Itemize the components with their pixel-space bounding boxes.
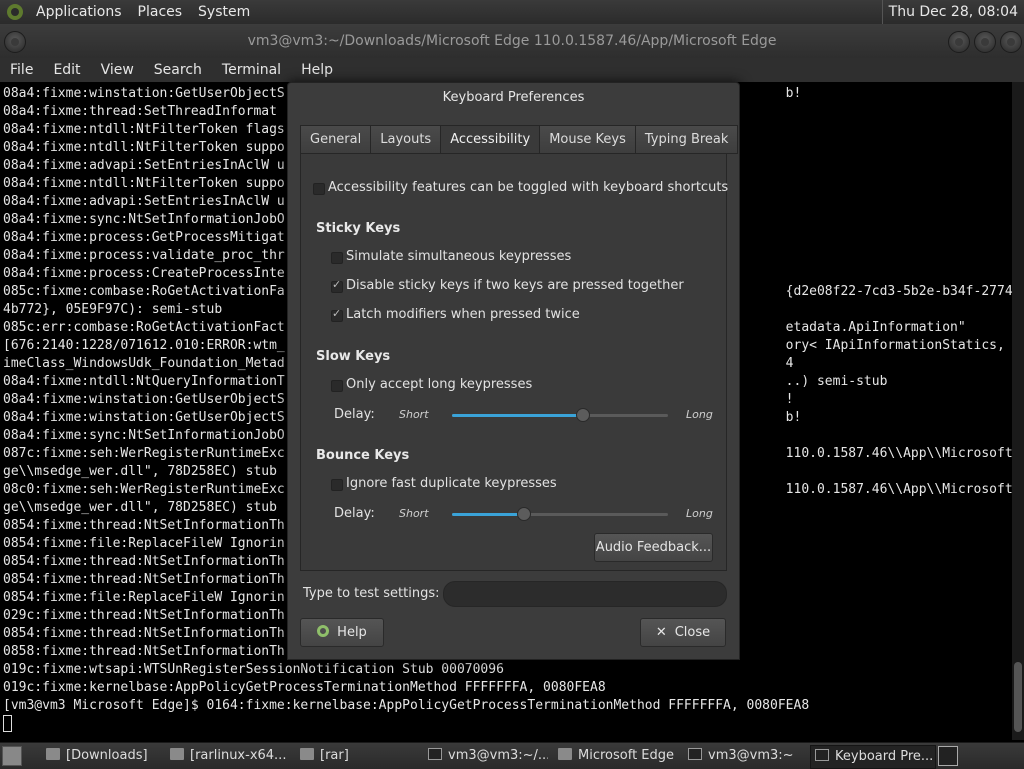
task-rar[interactable]: [rar] xyxy=(296,745,418,767)
latch-modifiers-checkbox[interactable] xyxy=(331,307,343,322)
help-icon xyxy=(317,625,330,637)
tab-mouse-keys[interactable]: Mouse Keys xyxy=(539,125,636,154)
keyboard-preferences-dialog: Keyboard Preferences General Layouts Acc… xyxy=(287,82,740,660)
keyboard-icon xyxy=(815,749,829,761)
folder-icon xyxy=(300,748,314,760)
terminal-menubar: File Edit View Search Terminal Help xyxy=(0,58,1024,82)
scrollbar-thumb[interactable] xyxy=(1014,662,1022,732)
menu-terminal[interactable]: Terminal xyxy=(212,58,291,82)
task-rarlinux[interactable]: [rarlinux-x64... xyxy=(166,745,290,767)
test-settings-label: Type to test settings: xyxy=(303,586,440,601)
window-menu-button[interactable] xyxy=(4,31,26,53)
workspace-switcher[interactable] xyxy=(938,746,958,766)
slow-long-label: Long xyxy=(686,408,713,421)
terminal-scrollbar[interactable] xyxy=(1012,82,1024,740)
tab-general[interactable]: General xyxy=(300,125,372,154)
top-panel: Applications Places System Thu Dec 28, 0… xyxy=(0,0,1024,24)
menu-file[interactable]: File xyxy=(0,58,43,82)
disable-sticky-checkbox[interactable] xyxy=(331,278,343,293)
ignore-duplicate-checkbox[interactable] xyxy=(331,479,343,491)
slow-keys-heading: Slow Keys xyxy=(316,349,391,364)
task-rar-label: [rar] xyxy=(320,748,349,763)
menu-edit[interactable]: Edit xyxy=(43,58,90,82)
task-microsoft-edge[interactable]: Microsoft Edge xyxy=(554,745,678,767)
slow-delay-label: Delay: xyxy=(334,407,375,422)
minimize-button[interactable] xyxy=(948,31,970,53)
close-window-button[interactable] xyxy=(1000,31,1022,53)
terminal-cursor xyxy=(3,715,12,732)
terminal-icon xyxy=(688,748,702,760)
close-button[interactable]: ✕ Close xyxy=(640,618,726,647)
task-terminal-1[interactable]: vm3@vm3:~/... xyxy=(424,745,548,767)
close-icon: ✕ xyxy=(655,625,667,640)
toggle-shortcuts-checkbox[interactable] xyxy=(313,183,325,195)
long-keypresses-label[interactable]: Only accept long keypresses xyxy=(346,377,532,392)
terminal-icon xyxy=(428,748,442,760)
bounce-delay-handle[interactable] xyxy=(517,507,532,521)
menu-search[interactable]: Search xyxy=(144,58,212,82)
slow-delay-slider[interactable] xyxy=(452,408,668,422)
archive-icon xyxy=(170,748,184,760)
tab-accessibility[interactable]: Accessibility xyxy=(440,125,541,155)
task-keyboard-preferences-label: Keyboard Pre... xyxy=(835,749,934,764)
slow-delay-fill xyxy=(452,414,582,417)
folder-icon xyxy=(46,748,60,760)
menu-view[interactable]: View xyxy=(91,58,144,82)
places-menu[interactable]: Places xyxy=(130,0,191,24)
task-downloads[interactable]: [Downloads] xyxy=(42,745,160,767)
bounce-keys-heading: Bounce Keys xyxy=(316,448,410,463)
task-terminal-2-label: vm3@vm3:~ xyxy=(708,748,794,763)
maximize-button[interactable] xyxy=(974,31,996,53)
applications-menu[interactable]: Applications xyxy=(28,0,130,24)
task-terminal-1-label: vm3@vm3:~/... xyxy=(448,748,548,763)
show-desktop-icon[interactable] xyxy=(2,746,22,766)
terminal-line: [vm3@vm3 Microsoft Edge]$ 0164:fixme:ker… xyxy=(3,698,810,713)
ignore-duplicate-label[interactable]: Ignore fast duplicate keypresses xyxy=(346,476,557,491)
accessibility-panel: Accessibility features can be toggled wi… xyxy=(300,153,728,571)
disable-sticky-label[interactable]: Disable sticky keys if two keys are pres… xyxy=(346,278,684,293)
bounce-long-label: Long xyxy=(686,507,713,520)
task-terminal-2[interactable]: vm3@vm3:~ xyxy=(684,745,804,767)
audio-feedback-button[interactable]: Audio Feedback... xyxy=(594,533,713,562)
clock[interactable]: Thu Dec 28, 08:04 xyxy=(881,0,1018,24)
latch-modifiers-label[interactable]: Latch modifiers when pressed twice xyxy=(346,307,580,322)
task-rarlinux-label: [rarlinux-x64... xyxy=(190,748,287,763)
bounce-short-label: Short xyxy=(399,507,429,520)
task-downloads-label: [Downloads] xyxy=(66,748,148,763)
bounce-delay-label: Delay: xyxy=(334,506,375,521)
terminal-prompt-line[interactable] xyxy=(0,715,1012,733)
system-menu[interactable]: System xyxy=(190,0,258,24)
terminal-title: vm3@vm3:~/Downloads/Microsoft Edge 110.0… xyxy=(247,33,777,49)
test-settings-input[interactable] xyxy=(443,581,727,607)
terminal-line: 019c:fixme:wtsapi:WTSUnRegisterSessionNo… xyxy=(3,662,504,677)
slow-delay-handle[interactable] xyxy=(575,408,590,422)
menu-help[interactable]: Help xyxy=(291,58,343,82)
simulate-keypresses-checkbox[interactable] xyxy=(331,252,343,264)
tab-bar: General Layouts Accessibility Mouse Keys… xyxy=(300,125,739,155)
toggle-shortcuts-label[interactable]: Accessibility features can be toggled wi… xyxy=(328,180,728,195)
terminal-line: 019c:fixme:kernelbase:AppPolicyGetProces… xyxy=(3,680,606,695)
bounce-delay-slider[interactable] xyxy=(452,507,668,521)
task-keyboard-preferences[interactable]: Keyboard Pre... xyxy=(810,745,936,769)
tab-layouts[interactable]: Layouts xyxy=(370,125,442,154)
folder-icon xyxy=(558,748,572,760)
simulate-keypresses-label[interactable]: Simulate simultaneous keypresses xyxy=(346,249,571,264)
terminal-titlebar[interactable]: vm3@vm3:~/Downloads/Microsoft Edge 110.0… xyxy=(0,24,1024,58)
bottom-taskbar: [Downloads] [rarlinux-x64... [rar] vm3@v… xyxy=(0,742,1024,769)
task-microsoft-edge-label: Microsoft Edge xyxy=(578,748,675,763)
long-keypresses-checkbox[interactable] xyxy=(331,380,343,392)
help-button-label: Help xyxy=(337,625,367,640)
sticky-keys-heading: Sticky Keys xyxy=(316,221,401,236)
bounce-delay-fill xyxy=(452,513,524,516)
slow-short-label: Short xyxy=(399,408,429,421)
close-button-label: Close xyxy=(674,625,711,640)
help-button[interactable]: Help xyxy=(300,618,384,647)
dialog-title[interactable]: Keyboard Preferences xyxy=(288,83,739,113)
gnome-foot-icon[interactable] xyxy=(6,3,24,21)
tab-typing-break[interactable]: Typing Break xyxy=(634,125,739,154)
